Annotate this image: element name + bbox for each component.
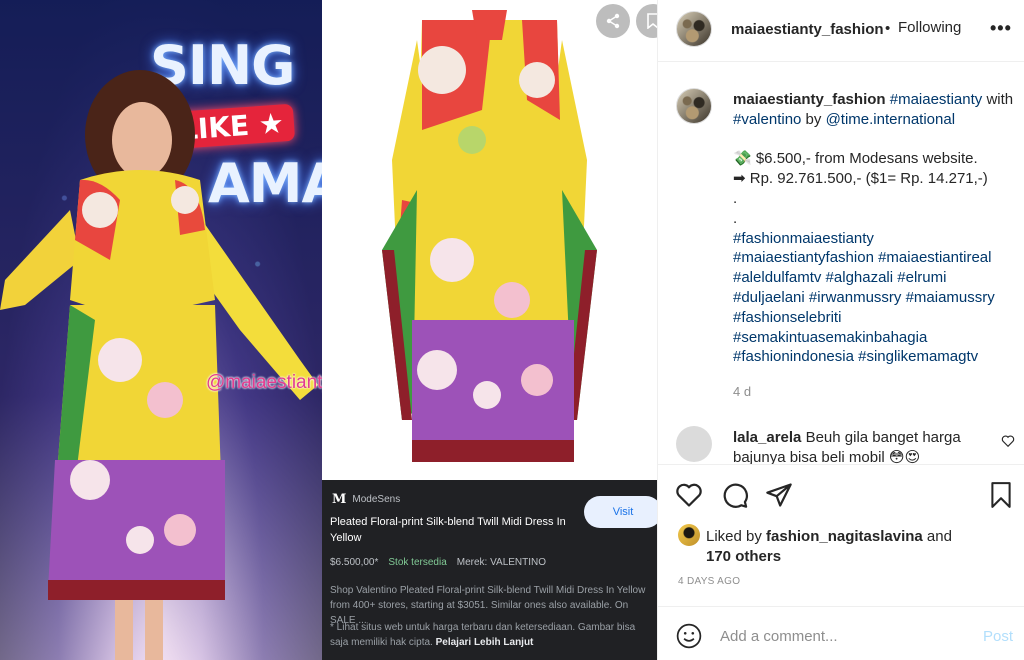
comment-text: lala_arela Beuh gila banget harga bajuny… [733,429,961,466]
save-button[interactable] [986,480,1016,510]
source-name: ModeSens [352,494,401,505]
header-username[interactable]: maiaestianty_fashion [731,21,884,38]
heart-icon [676,483,702,507]
caption-idr-line: ➡ Rp. 92.761.500,- ($1= Rp. 14.271,-) [733,170,988,188]
learn-more-link[interactable]: Pelajari Lebih Lanjut [436,637,534,648]
hashtag-line[interactable]: #aleldulfamtv #alghazali #elrumi [733,268,1023,288]
product-meta: $6.500,00* Stok tersedia Merek: VALENTIN… [330,557,546,568]
header-separator: • [885,20,891,37]
comment-button[interactable] [720,480,750,510]
comment-composer: Post [658,606,1024,660]
action-bar [658,470,1024,518]
hashtag-line[interactable]: #semakintuasemakinbahagia [733,328,1023,348]
hashtag-line[interactable]: #fashionmaiaestianty [733,229,1023,249]
caption-text: maiaestianty_fashion #maiaestianty with … [733,90,1023,367]
emoji-icon [676,623,702,649]
liker-username[interactable]: fashion_nagitaslavina [766,528,923,545]
source-row: M ModeSens [332,492,400,507]
commenter-avatar[interactable] [676,426,712,462]
visit-button[interactable]: Visit [584,496,657,528]
liker-avatar[interactable] [678,524,700,546]
caption-avatar[interactable] [676,88,712,124]
likes-summary: Liked by fashion_nagitaslavina and 170 o… [678,524,1018,567]
following-button[interactable]: Following [898,19,961,36]
hashtag-line[interactable]: #fashionselebriti [733,308,1023,328]
share-icon [606,13,620,29]
like-button[interactable] [674,480,704,510]
commenter-username[interactable]: lala_arela [733,429,801,446]
comment-item: lala_arela Beuh gila banget harga bajuny… [658,426,1024,466]
save-icon [991,482,1011,508]
bookmark-icon [647,13,657,29]
hashtag-line[interactable]: #maiaestiantyfashion #maiaestiantireal [733,248,1023,268]
hashtag-line[interactable]: #fashionindonesia #singlikemamagtv [733,347,1023,367]
modesens-logo: M [332,492,347,507]
avatar[interactable] [676,11,712,47]
divider [658,464,1024,465]
product-price: $6.500,00* [330,557,379,568]
post-sidebar: maiaestianty_fashion • Following ••• mai… [657,0,1024,660]
hashtag-link[interactable]: #valentino [733,111,801,128]
hashtag-link[interactable]: #maiaestianty [890,91,983,108]
likes-count[interactable]: 170 others [706,547,1018,567]
add-comment-input[interactable] [720,621,960,651]
caption-section: maiaestianty_fashion #maiaestianty with … [658,62,1024,464]
stage-photo: SING LIKE ★ AMA [0,0,322,660]
product-title[interactable]: Pleated Floral-print Silk-blend Twill Mi… [330,514,580,546]
post-media[interactable]: SING LIKE ★ AMA [0,0,657,660]
person-figure [0,70,318,660]
caption-username[interactable]: maiaestianty_fashion [733,91,886,108]
mention-link[interactable]: @time.international [826,111,955,128]
stock-status: Stok tersedia [388,557,447,568]
copyright-note: * Lihat situs web untuk harga terbaru da… [330,622,636,648]
comment-like-button[interactable] [1001,434,1015,453]
heart-small-icon [1001,435,1015,448]
product-search-card: M ModeSens Pleated Floral-print Silk-ble… [322,480,657,660]
product-brand: Merek: VALENTINO [456,557,547,568]
share-button[interactable] [596,4,630,38]
product-photo [322,0,657,480]
post-comment-button[interactable]: Post [983,628,1013,645]
comment-icon [723,483,748,508]
post-header: maiaestianty_fashion • Following ••• [658,0,1024,62]
post-timestamp[interactable]: 4 DAYS AGO [678,576,740,587]
share-post-button[interactable] [764,480,794,510]
dress-product-image [382,10,597,462]
caption-age[interactable]: 4 d [733,384,751,399]
hashtag-line[interactable]: #duljaelani #irwanmussry #maiamussry [733,288,1023,308]
watermark-text: @maiaestianty_fashion [206,372,322,393]
emoji-button[interactable] [676,623,702,649]
caption-price-line: 💸 $6.500,- from Modesans website. [733,150,978,168]
more-options-button[interactable]: ••• [990,18,1012,39]
send-icon [766,483,792,507]
